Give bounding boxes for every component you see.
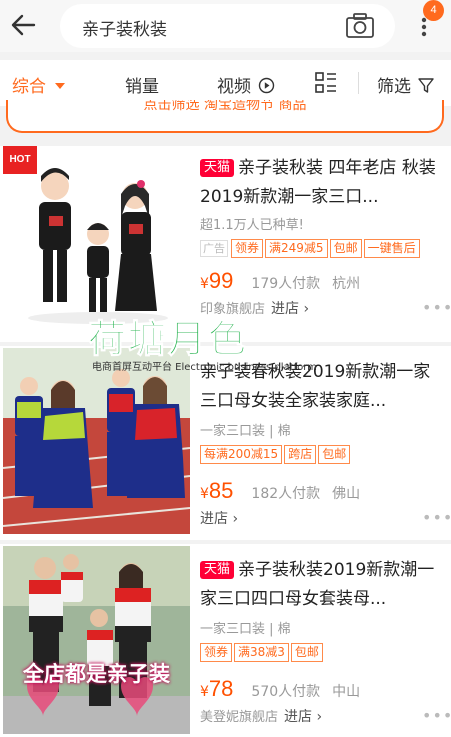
family-tracksuit-photo [3, 348, 190, 534]
location: 杭州 [332, 276, 361, 292]
tag: 跨店 [284, 445, 317, 464]
more-dots-icon[interactable]: ••• [422, 706, 451, 725]
search-query-text: 亲子装秋装 [82, 20, 167, 40]
product-subtitle: 一家三口装 | 棉 [200, 424, 291, 439]
product-title[interactable]: 天猫 亲子装秋装 四年老店 秋装2019新款潮一家三口... [200, 154, 445, 212]
filter-funnel-icon [418, 78, 435, 93]
price-line: ¥85 182人付款 佛山 [200, 478, 445, 504]
back-arrow-icon[interactable] [8, 10, 40, 40]
product-item[interactable]: 亲子装春秋装2019新款潮一家三口母女装全家装家庭... 一家三口装 | 棉 每… [0, 346, 451, 540]
tag: 每满200减15 [200, 445, 283, 464]
shop-name[interactable]: 美登妮旗舰店 [200, 710, 278, 725]
promo-banner[interactable]: 点击筛选 淘宝造物节 商品 [6, 100, 444, 133]
sort-divider [358, 72, 359, 94]
tag: 包邮 [329, 239, 362, 258]
price-line: ¥78 570人付款 中山 [200, 676, 445, 702]
currency-symbol: ¥ [200, 276, 209, 292]
product-tags: 每满200减15 跨店 包邮 [200, 445, 445, 464]
hot-badge: HOT [3, 146, 37, 174]
location: 佛山 [332, 486, 361, 502]
sort-sales[interactable]: 销量 [125, 72, 159, 97]
sort-comprehensive[interactable]: 综合 [12, 72, 66, 97]
tmall-badge: 天猫 [200, 159, 235, 177]
list-view-icon[interactable] [314, 71, 338, 95]
product-info: 天猫 亲子装秋装2019新款潮一家三口四口母女套装母... 一家三口装 | 棉 领… [200, 556, 451, 726]
shop-slogan-banner: 全店都是亲子装 [23, 662, 170, 686]
sort-comprehensive-label: 综合 [12, 77, 46, 97]
currency-symbol: ¥ [200, 684, 209, 700]
family-fish-sweatshirt-photo [3, 546, 190, 734]
shop-line: 进店 › ••• [200, 508, 451, 528]
more-dots-icon[interactable]: ••• [422, 298, 451, 317]
shop-line: 美登妮旗舰店 进店 › ••• [200, 706, 451, 726]
enter-shop-link[interactable]: 进店 › [200, 511, 238, 527]
ad-label: 广告 [200, 240, 228, 257]
enter-shop-link[interactable]: 进店 › [271, 301, 309, 317]
product-tags: 领券 满38减3 包邮 [200, 643, 445, 662]
sales-count: 182人付款 [251, 486, 321, 502]
watermark-subtitle: 电商首屏互动平台 Electronic business platform [92, 362, 317, 373]
enter-shop-link[interactable]: 进店 › [284, 709, 322, 725]
product-title[interactable]: 天猫 亲子装秋装2019新款潮一家三口四口母女套装母... [200, 556, 445, 614]
price: 78 [208, 676, 234, 701]
filter-button[interactable]: 筛选 [377, 72, 435, 97]
promo-text: 点击筛选 淘宝造物节 商品 [143, 100, 307, 113]
top-bar: 亲子装秋装 4 [0, 0, 451, 52]
caret-down-icon [55, 83, 66, 89]
tmall-badge: 天猫 [200, 561, 235, 579]
filter-label: 筛选 [377, 77, 411, 97]
product-image[interactable] [3, 348, 190, 534]
sort-sales-label: 销量 [125, 77, 159, 97]
product-image[interactable]: 全店都是亲子装 [3, 546, 190, 734]
tag: 满249减5 [265, 239, 328, 258]
tag: 领券 [200, 643, 233, 662]
sort-video-label: 视频 [217, 77, 251, 97]
product-subtitle: 超1.1万人已种草! [200, 218, 304, 233]
play-circle-icon [259, 77, 275, 94]
product-title-text: 亲子装秋装2019新款潮一家三口四口母女套装母... [200, 560, 435, 609]
more-dots-icon[interactable]: ••• [422, 508, 451, 527]
tag: 领券 [231, 239, 264, 258]
promo-strip: 点击筛选 淘宝造物节 商品 [0, 100, 451, 140]
camera-icon[interactable] [345, 13, 375, 39]
product-info: 亲子装春秋装2019新款潮一家三口母女装全家装家庭... 一家三口装 | 棉 每… [200, 358, 451, 528]
product-item[interactable]: 全店都是亲子装 天猫 亲子装秋装2019新款潮一家三口四口母女套装母... 一家三… [0, 544, 451, 737]
price-line: ¥99 179人付款 杭州 [200, 268, 445, 294]
product-info: 天猫 亲子装秋装 四年老店 秋装2019新款潮一家三口... 超1.1万人已种草!… [200, 154, 451, 318]
search-input[interactable]: 亲子装秋装 [60, 4, 395, 48]
price: 99 [208, 268, 234, 293]
product-title-text: 亲子装秋装 四年老店 秋装2019新款潮一家三口... [200, 158, 436, 207]
currency-symbol: ¥ [200, 486, 209, 502]
tag: 包邮 [290, 643, 323, 662]
price: 85 [208, 478, 234, 503]
sort-video[interactable]: 视频 [217, 72, 275, 97]
notification-badge: 4 [423, 0, 444, 21]
product-subtitle: 一家三口装 | 棉 [200, 622, 291, 637]
product-tags: 广告 领券 满249减5 包邮 一键售后 [200, 239, 445, 258]
tag: 包邮 [318, 445, 351, 464]
tag: 满38减3 [234, 643, 289, 662]
tag: 一键售后 [363, 239, 420, 258]
sales-count: 570人付款 [251, 684, 321, 700]
sales-count: 179人付款 [251, 276, 321, 292]
location: 中山 [332, 684, 361, 700]
watermark-logo: 荷塘月色 [87, 317, 249, 362]
